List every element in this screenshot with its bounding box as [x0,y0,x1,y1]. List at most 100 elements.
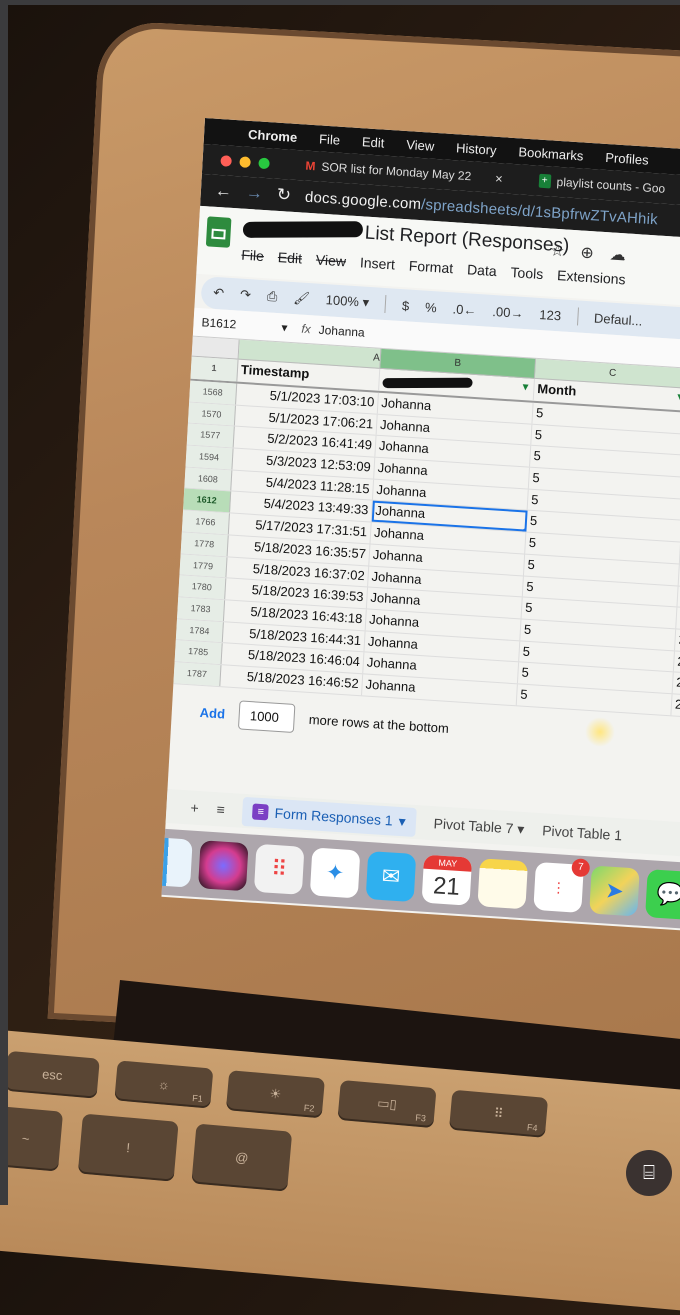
row-number[interactable]: 1780 [178,575,226,599]
laptop-screen: Chrome File Edit View History Bookmarks … [161,118,680,933]
row-number[interactable]: 1785 [175,640,223,664]
menu-profiles[interactable]: Profiles [605,149,649,167]
row-number[interactable]: 1766 [182,511,230,535]
key-f2[interactable]: ☀F2 [226,1070,325,1118]
undo-icon[interactable]: ↶ [213,285,225,302]
filter-icon[interactable]: ▼ [520,378,531,399]
finder-icon[interactable] [161,837,192,888]
key-f4[interactable]: ⠿F4 [449,1090,548,1138]
font-select[interactable]: Defaul... [594,310,643,328]
row-number[interactable]: 1570 [188,402,236,426]
menu-history[interactable]: History [456,140,497,158]
currency-format-button[interactable]: $ [402,298,410,313]
sheet-tab-pivot-table-1[interactable]: Pivot Table 1 [542,822,623,843]
launchpad-icon[interactable]: ⠿ [254,844,305,895]
more-formats-button[interactable]: 123 [539,306,561,322]
brightness-up-icon: ☀ [269,1086,282,1103]
notes-icon[interactable] [477,858,528,909]
siri-icon[interactable] [198,840,249,891]
forms-icon: ≡ [252,804,269,821]
launchpad-icon: ⠿ [493,1105,504,1122]
filter-icon[interactable]: ▼ [675,388,680,409]
star-icon[interactable]: ☆ [550,241,565,262]
messages-icon[interactable]: 💬 [645,869,680,920]
close-tab-icon[interactable]: × [495,170,503,185]
decrease-decimal-button[interactable]: .0← [452,301,477,318]
menu-edit[interactable]: Edit [362,134,385,150]
row-number[interactable]: 1778 [181,532,229,556]
chevron-down-icon[interactable]: ▾ [398,812,406,829]
reminders-icon[interactable]: ⋮7 [533,862,584,913]
add-rows-count-input[interactable]: 1000 [238,700,296,733]
row-number[interactable]: 1 [190,357,238,382]
forward-icon[interactable]: → [245,183,263,204]
chevron-down-icon[interactable]: ▾ [281,320,288,334]
row-number[interactable]: 1608 [184,467,232,491]
row-number[interactable]: 1787 [173,662,221,686]
add-sheet-button[interactable]: + [190,799,199,816]
menu-format[interactable]: Format [408,257,453,276]
back-icon[interactable]: ← [214,181,232,202]
tab-playlist-counts[interactable]: + playlist counts - Goo [538,174,665,196]
reload-icon[interactable]: ↻ [276,185,291,206]
menu-bookmarks[interactable]: Bookmarks [518,144,584,163]
menu-extensions[interactable]: Extensions [557,267,626,287]
brightness-down-icon: ☼ [157,1076,170,1092]
fx-icon: fx [301,322,311,337]
safari-icon[interactable]: ✦ [310,847,361,898]
menu-insert[interactable]: Insert [360,254,396,272]
mission-control-icon: ▭▯ [377,1095,398,1113]
light-glare [585,717,615,747]
sheets-logo-icon[interactable] [206,216,232,248]
cloud-saved-icon[interactable]: ☁ [609,244,626,265]
key-2[interactable]: @ [191,1123,292,1191]
calendar-icon[interactable]: MAY 21 [422,855,473,906]
paint-format-icon[interactable]: 🖌 [293,290,310,307]
menu-chrome[interactable]: Chrome [248,126,298,144]
print-icon[interactable]: ⎙ [267,288,278,305]
row-number[interactable]: 1594 [186,446,234,470]
sheet-tab-form-responses-1[interactable]: ≡ Form Responses 1 ▾ [242,796,417,836]
increase-decimal-button[interactable]: .00→ [492,303,524,320]
notification-badge: 7 [571,858,590,877]
redo-icon[interactable]: ↷ [240,287,252,304]
row-number[interactable]: 1612 [183,489,231,513]
minimize-window-button[interactable] [239,156,251,168]
spreadsheet-grid: A B C 1 Timestamp ▼ Month▼ Ye 15685/1/20… [171,337,680,761]
formula-input[interactable]: Johanna [318,323,365,340]
key-1[interactable]: ! [78,1114,179,1182]
photo-border-left [0,0,8,1205]
sheets-icon: + [538,174,551,189]
key-tilde[interactable]: ~ [0,1106,63,1172]
all-sheets-button[interactable]: ≡ [216,801,225,818]
key-esc[interactable]: esc [5,1051,100,1099]
maps-icon[interactable]: ➤ [589,865,640,916]
toolbar-divider [577,307,579,325]
close-window-button[interactable] [220,155,232,167]
live-text-icon[interactable]: ⌸ [626,1150,672,1196]
mail-icon[interactable]: ✉ [366,851,417,902]
move-to-drive-icon[interactable]: ⊕ [580,243,594,264]
menu-file[interactable]: File [319,131,341,147]
row-number[interactable]: 1577 [187,424,235,448]
add-rows-button[interactable]: Add [199,705,225,722]
zoom-window-button[interactable] [258,157,270,169]
key-f3[interactable]: ▭▯F3 [337,1080,436,1128]
menu-view[interactable]: View [316,251,347,269]
row-number[interactable]: 1779 [179,554,227,578]
zoom-select[interactable]: 100% ▾ [325,292,369,311]
add-rows-label: more rows at the bottom [308,712,449,736]
menu-data[interactable]: Data [467,261,497,279]
row-number[interactable]: 1783 [177,597,225,621]
row-number[interactable]: 1784 [176,619,224,643]
percent-format-button[interactable]: % [425,299,437,315]
menu-tools[interactable]: Tools [510,264,544,282]
name-box[interactable]: B1612 [193,315,282,335]
row-number[interactable]: 1568 [189,381,237,405]
chevron-down-icon: ▾ [517,820,525,836]
key-f1[interactable]: ☼F1 [114,1060,213,1108]
menu-file[interactable]: File [241,247,264,264]
menu-edit[interactable]: Edit [277,249,302,267]
menu-view[interactable]: View [406,137,435,154]
sheet-tab-pivot-table-7[interactable]: Pivot Table 7 ▾ [433,815,525,838]
